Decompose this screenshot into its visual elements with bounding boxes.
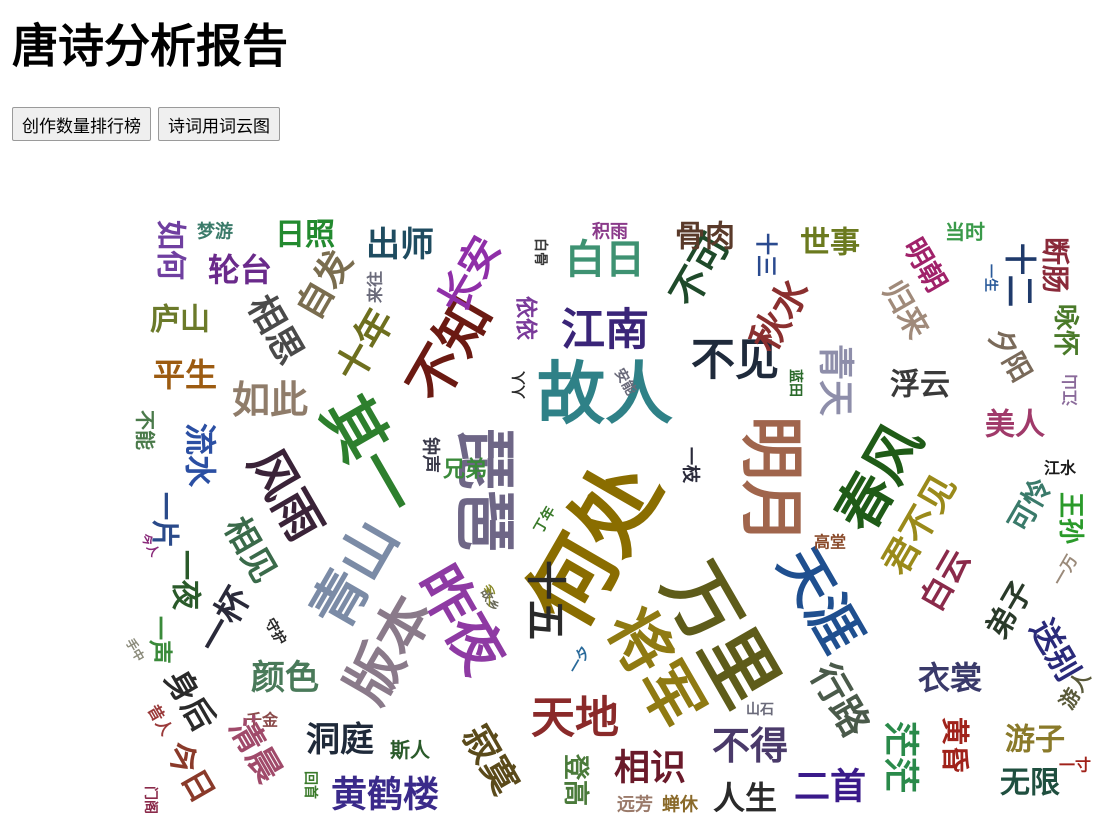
- word-cloud-word: 王孙: [1055, 492, 1085, 544]
- word-cloud-word: 兄弟: [442, 457, 487, 483]
- word-cloud-word: 一片: [149, 492, 182, 548]
- word-cloud-word: 断肠: [1039, 237, 1072, 293]
- word-cloud-word: 梦游: [197, 221, 233, 243]
- word-cloud-word: 回首: [302, 771, 319, 799]
- word-cloud-word: 黄鹤楼: [331, 775, 439, 816]
- word-cloud-word: 平生: [153, 356, 217, 394]
- word-cloud-word: 寂寞: [454, 719, 526, 802]
- word-cloud-word: 游子: [1005, 723, 1065, 758]
- word-cloud-word: 积雨: [592, 222, 628, 243]
- word-cloud-word: 十年: [327, 301, 403, 389]
- word-cloud-word: 天地: [531, 693, 619, 744]
- word-cloud-word: 人生: [713, 779, 777, 817]
- word-cloud-word: 来往: [366, 271, 385, 304]
- word-cloud-word: 相识: [614, 748, 686, 789]
- word-cloud-word: 白日: [565, 237, 645, 283]
- word-cloud-word: 其一: [307, 383, 432, 527]
- word-cloud-word: 二首: [794, 767, 866, 808]
- word-cloud-word: 一寸: [1059, 756, 1091, 775]
- page-title: 唐诗分析报告: [12, 19, 288, 73]
- word-cloud-word: 自发: [289, 244, 361, 327]
- word-cloud-word: 江水: [1044, 459, 1077, 478]
- word-cloud-word: 今日: [158, 735, 223, 809]
- word-cloud-word: 琵琶: [449, 428, 522, 552]
- word-cloud-word: 世事: [800, 226, 860, 261]
- word-cloud-word: 如此: [232, 378, 308, 422]
- word-cloud: 何处万里故人琵琶 明月将军青山昨夜其一 春风天涯不知风雨江南不见白日长安十年不可秋水…: [123, 218, 1096, 818]
- word-cloud-word: 依依: [513, 296, 539, 341]
- word-cloud-word: 登高: [560, 753, 591, 806]
- word-cloud-word: 天涯: [766, 537, 875, 662]
- word-cloud-word: 一乡: [482, 583, 497, 607]
- word-cloud-word: 明月: [733, 416, 807, 544]
- word-cloud-word: 蓝田: [787, 369, 804, 397]
- word-cloud-word: 门阁: [142, 786, 159, 814]
- word-cloud-word: 一万: [1049, 551, 1081, 588]
- ranking-chart-button[interactable]: 创作数量排行榜: [12, 107, 151, 141]
- word-cloud-word: 蝉休: [662, 794, 699, 816]
- word-cloud-word: 一生: [982, 264, 999, 292]
- word-cloud-word: 高堂: [814, 533, 846, 552]
- word-cloud-word: 守护: [261, 615, 290, 648]
- word-cloud-word: 清晨: [221, 711, 290, 790]
- word-cloud-word: 轮台: [208, 251, 272, 289]
- word-cloud-word: 青天: [815, 344, 856, 416]
- word-cloud-word: 十二: [1001, 243, 1039, 307]
- word-cloud-word: 江山: [1061, 374, 1080, 406]
- word-cloud-word: 行路: [802, 656, 879, 745]
- word-cloud-word: 如何: [153, 220, 188, 280]
- word-cloud-word: 咏怀: [1050, 304, 1080, 356]
- word-cloud-word: 昔人: [144, 701, 177, 739]
- word-cloud-word: 斯人: [390, 738, 431, 762]
- word-cloud-word: 可怜: [1002, 472, 1059, 537]
- word-cloud-word: 人人: [511, 370, 528, 399]
- word-cloud-word: 一声: [146, 616, 174, 664]
- word-cloud-word: 黄昏: [939, 717, 972, 773]
- word-cloud-word: 白骨: [532, 238, 549, 266]
- word-cloud-word: 故人: [537, 356, 673, 435]
- word-cloud-word: 手中: [123, 636, 148, 664]
- word-cloud-word: 出师: [366, 225, 434, 265]
- word-cloud-word: 一夜: [168, 550, 203, 611]
- word-cloud-word: 当时: [945, 220, 985, 244]
- word-cloud-button[interactable]: 诗词用词云图: [158, 107, 280, 141]
- word-cloud-word: 庐山: [150, 303, 210, 338]
- word-cloud-word: 美人: [985, 408, 1045, 443]
- word-cloud-word: 不能: [133, 410, 157, 450]
- word-cloud-word: 十三: [753, 233, 778, 277]
- word-cloud-word: 一夕: [565, 643, 594, 676]
- word-cloud-word: 远芳: [617, 794, 653, 816]
- word-cloud-word: 衣裳: [918, 659, 983, 697]
- word-cloud-word: 日照: [275, 218, 335, 253]
- word-cloud-word: 浮云: [890, 368, 950, 403]
- toolbar: 创作数量排行榜 诗词用词云图: [12, 107, 280, 141]
- word-cloud-word: 洞庭: [306, 720, 374, 760]
- word-cloud-word: 颜色: [251, 658, 319, 698]
- word-cloud-word: 一枝: [680, 447, 702, 484]
- word-cloud-word: 山石: [746, 702, 774, 718]
- word-cloud-word: 十五: [522, 560, 568, 640]
- word-cloud-word: 流水: [181, 423, 219, 488]
- word-cloud-word: 钟声: [420, 437, 442, 473]
- word-cloud-word: 不得: [712, 724, 788, 768]
- word-cloud-word: 骨肉: [675, 220, 735, 255]
- word-cloud-word: 无限: [1000, 766, 1060, 801]
- word-cloud-word: 夕阳: [982, 322, 1039, 387]
- word-cloud-word: 茫茫: [880, 721, 921, 793]
- word-cloud-word: 江南: [561, 305, 649, 356]
